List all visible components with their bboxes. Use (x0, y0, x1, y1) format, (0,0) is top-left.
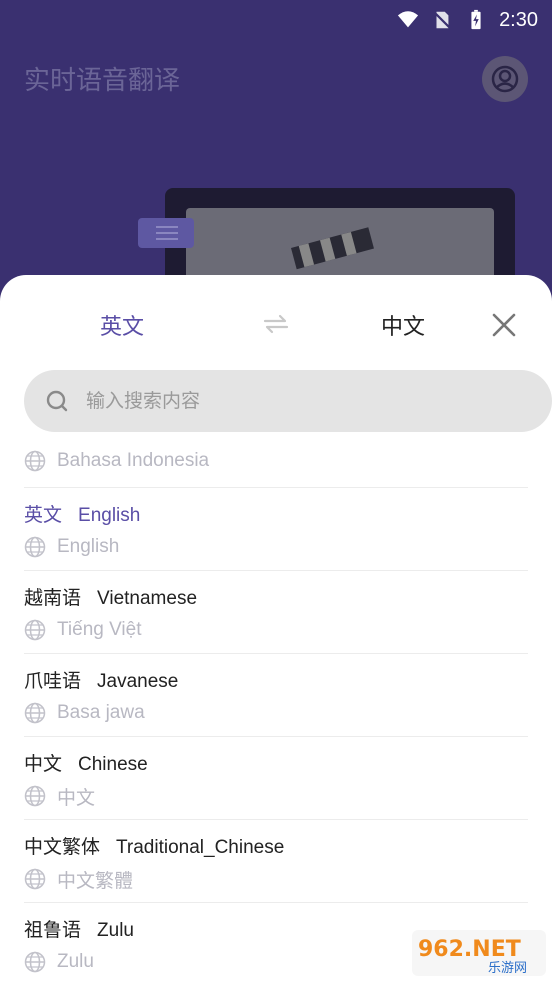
globe-icon (24, 702, 46, 724)
swap-icon[interactable] (263, 313, 289, 335)
list-item[interactable]: 爪哇语 Javanese Basa jawa (24, 654, 528, 737)
app-title: 实时语音翻译 (24, 66, 181, 96)
list-item[interactable]: 英文 English English (24, 488, 528, 571)
language-name-zh: 爪哇语 (24, 670, 82, 692)
language-title-row: 英文 English (24, 488, 528, 526)
search-bar[interactable] (24, 370, 552, 432)
language-name-zh: 越南语 (24, 587, 82, 609)
language-name-en: Vietnamese (97, 588, 198, 609)
user-icon (491, 65, 519, 93)
native-name: Basa jawa (57, 702, 145, 723)
language-name-zh: 中文繁体 (24, 836, 101, 858)
profile-button[interactable] (482, 56, 528, 102)
language-name-zh: 英文 (24, 504, 63, 526)
native-name-row: Tiếng Việt (24, 607, 528, 653)
globe-icon (24, 536, 46, 558)
language-title-row: 中文繁体 Traditional_Chinese (24, 820, 528, 858)
globe-icon (24, 450, 46, 472)
language-name-en: Zulu (97, 920, 134, 941)
native-name: Zulu (57, 951, 94, 972)
language-title-row: 越南语 Vietnamese (24, 571, 528, 609)
globe-icon (24, 785, 46, 807)
native-name: Bahasa Indonesia (57, 450, 210, 471)
battery-charging-icon (471, 9, 481, 30)
watermark-text: 962.NET (418, 937, 521, 962)
native-name-row: 中文繁體 (24, 856, 528, 902)
close-icon[interactable] (490, 311, 518, 339)
status-time: 2:30 (499, 8, 538, 31)
language-bar: 英文 中文 (0, 275, 552, 370)
language-name-en: English (78, 505, 141, 526)
native-name-row: English (24, 524, 528, 570)
language-title-row: 中文 Chinese (24, 737, 528, 775)
list-item[interactable]: 越南语 Vietnamese Tiếng Việt (24, 571, 528, 654)
language-name-zh: 中文 (24, 753, 63, 775)
no-sim-icon (433, 10, 452, 30)
illustration-chat-bubble (138, 218, 194, 248)
list-item[interactable]: 中文繁体 Traditional_Chinese 中文繁體 (24, 820, 528, 903)
native-name: English (57, 536, 120, 557)
list-item[interactable]: Bahasa Indonesia (24, 435, 528, 488)
globe-icon (24, 951, 46, 973)
native-name-row: 中文 (24, 773, 528, 819)
language-name-en: Traditional_Chinese (116, 837, 285, 858)
language-list: Bahasa Indonesia 英文 English English 越南语 … (24, 435, 528, 983)
source-language[interactable]: 英文 (100, 309, 144, 341)
watermark-logo: 962.NET 乐游网 (412, 930, 546, 976)
language-picker-sheet: 英文 中文 Bahasa Indonesia 英文 English (0, 275, 552, 983)
status-bar: 2:30 (0, 0, 552, 40)
native-name-row: Bahasa Indonesia (24, 435, 528, 487)
language-title-row: 爪哇语 Javanese (24, 654, 528, 692)
native-name: 中文 (57, 787, 96, 809)
native-name: 中文繁體 (57, 870, 134, 892)
language-name-en: Chinese (78, 754, 148, 775)
watermark-subtext: 乐游网 (488, 961, 527, 976)
language-name-zh: 祖鲁语 (24, 919, 82, 941)
search-icon (46, 390, 68, 412)
list-item[interactable]: 中文 Chinese 中文 (24, 737, 528, 820)
globe-icon (24, 619, 46, 641)
wifi-icon (397, 11, 419, 28)
globe-icon (24, 868, 46, 890)
native-name: Tiếng Việt (57, 619, 142, 640)
search-input[interactable] (86, 390, 506, 412)
language-name-en: Javanese (97, 671, 179, 692)
target-language[interactable]: 中文 (381, 309, 425, 341)
native-name-row: Basa jawa (24, 690, 528, 736)
